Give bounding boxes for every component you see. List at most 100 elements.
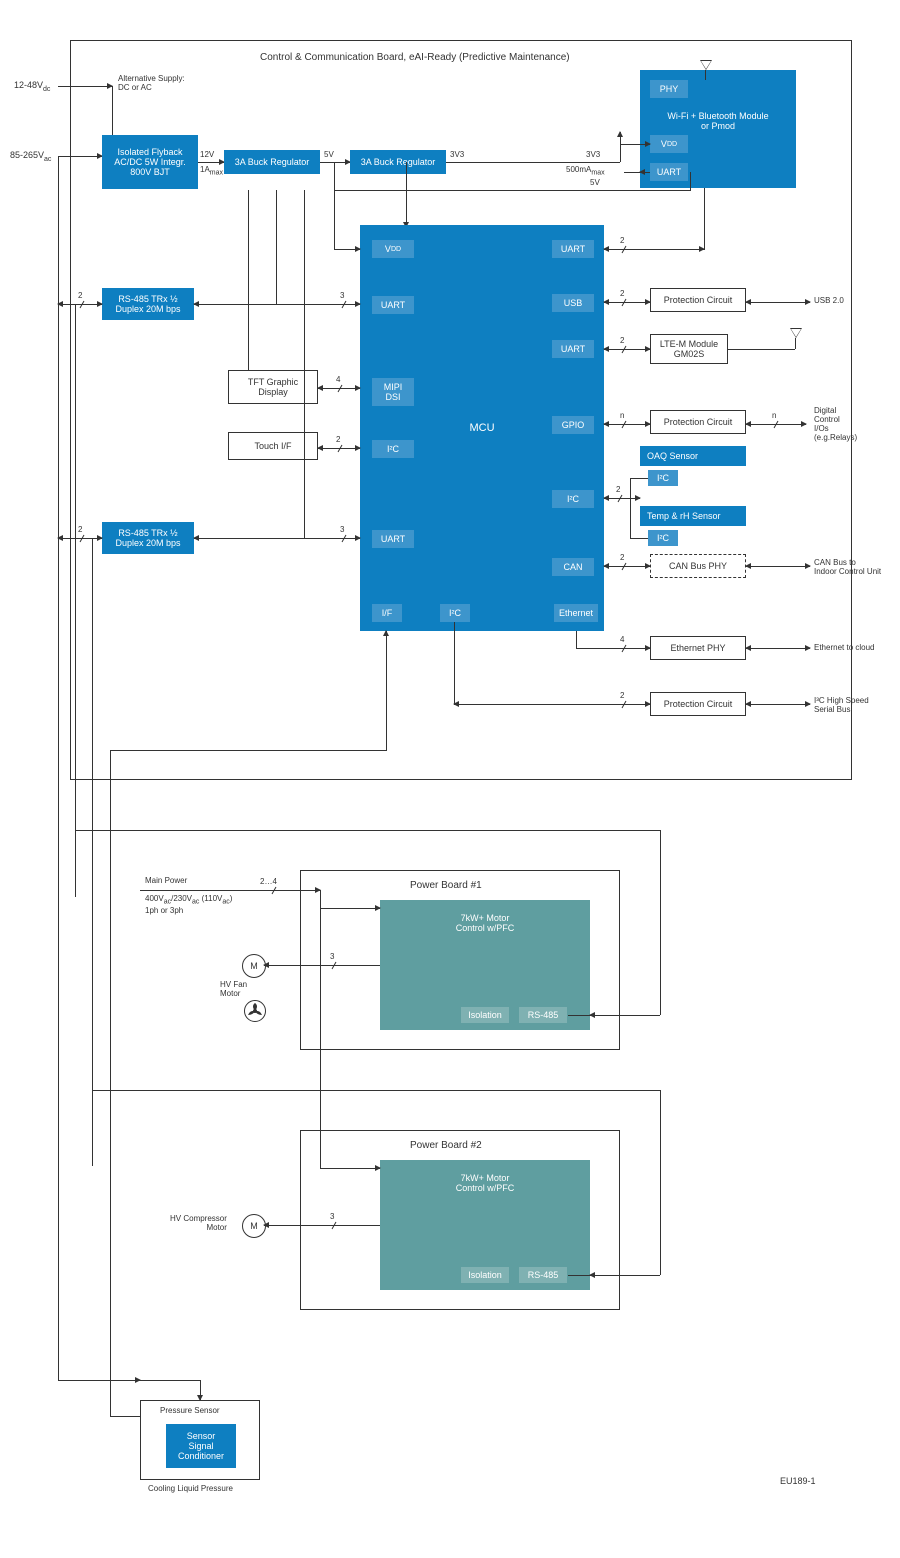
eth-line-a [576, 648, 650, 649]
rs485a-to-mcu [194, 304, 360, 305]
pb2-title: Power Board #2 [410, 1140, 482, 1151]
pb2-iso: Isolation [460, 1266, 510, 1284]
mcu-vdd-drop [334, 190, 335, 250]
pb2-rs-out-h [568, 1275, 660, 1276]
five-down [334, 162, 335, 190]
pb2-power-vert [320, 890, 321, 1168]
ac-input-label: 85-265Vac [10, 150, 51, 163]
prot2: Protection Circuit [650, 410, 746, 434]
wifi-vdd-line [620, 144, 650, 145]
vdd-feed [406, 162, 407, 227]
pb2-rs485: RS-485 [518, 1266, 568, 1284]
three-three-b: 3V3 [586, 150, 600, 159]
i3c-drop [454, 622, 455, 704]
ac-main-vert [58, 156, 59, 1380]
usb-line-b [746, 302, 810, 303]
wifi-uart-drop [690, 172, 691, 191]
usb-ext: USB 2.0 [814, 296, 844, 305]
lte-to-ant [728, 349, 795, 350]
mcu-uart1: UART [372, 296, 414, 314]
tft-5v [248, 190, 249, 370]
mcu-label: MCU [469, 422, 494, 434]
hv-comp-label: HV Compressor Motor [170, 1214, 227, 1232]
gpio-line-a [604, 424, 650, 425]
bus3-b: 3 [340, 525, 344, 534]
bus4-eth: 4 [620, 635, 624, 644]
hv-fan-label: HV Fan Motor [220, 980, 247, 998]
bus2-can: 2 [620, 553, 624, 562]
main-power-line [140, 890, 320, 891]
pressure-title: Pressure Sensor [160, 1406, 220, 1415]
oaq-block: OAQ Sensor [640, 446, 746, 466]
bus2-b1: 2 [78, 525, 82, 534]
mcu-mipi: MIPI DSI [372, 378, 414, 406]
if-horiz [110, 750, 386, 751]
eth-line-b [746, 648, 810, 649]
can-ext: CAN Bus to Indoor Control Unit [814, 558, 881, 576]
five-v-b: 5V [590, 178, 600, 187]
bus2-wifi: 2 [620, 236, 624, 245]
main-power-label: Main Power [145, 876, 187, 885]
buck2-block: 3A Buck Regulator [350, 150, 446, 174]
bus2-lte: 2 [620, 336, 624, 345]
main-power-bus: 2…4 [260, 877, 277, 886]
alt-supply-label: Alternative Supply: DC or AC [118, 74, 185, 92]
mcu-i2c-r: I²C [552, 490, 594, 508]
temp-block: Temp & rH Sensor [640, 506, 746, 526]
pressure-in [200, 1380, 201, 1400]
mcu-if: I/F [372, 604, 402, 622]
lte-line [604, 349, 650, 350]
wifi-antenna-icon [700, 60, 712, 70]
mcu-i2c1: I²C [372, 440, 414, 458]
pb1-power-in [320, 908, 380, 909]
if-vert-long [110, 750, 111, 1416]
can-phy: CAN Bus PHY [650, 554, 746, 578]
bus2-usb: 2 [620, 289, 624, 298]
bus2-i2c: 2 [616, 485, 620, 494]
alt-supply-vert [112, 86, 113, 135]
eth-ext: Ethernet to cloud [814, 643, 874, 652]
mcu-eth: Ethernet [554, 604, 598, 622]
usb-line-a [604, 302, 650, 303]
flyback-to-buck1 [198, 162, 224, 163]
mcu-uart-r1: UART [552, 240, 594, 258]
eth-phy: Ethernet PHY [650, 636, 746, 660]
temp-i2c: I²C [648, 530, 678, 546]
mcu-vdd-line [334, 249, 360, 250]
mcu-vdd: VDD [372, 240, 414, 258]
i3c-line-a [454, 704, 650, 705]
uart-wifi-line [604, 249, 704, 250]
bus2-touch: 2 [336, 435, 340, 444]
pb2-power-in [320, 1168, 380, 1169]
pressure-conditioner: Sensor Signal Conditioner [166, 1424, 236, 1468]
pb2-rs-out-v [660, 1090, 661, 1275]
i2c-oaq-stub [630, 478, 648, 479]
can-line-b [746, 566, 810, 567]
fan-icon [244, 1000, 266, 1022]
wifi-title: Wi-Fi + Bluetooth Module or Pmod [641, 111, 795, 131]
wifi-uart-stub [624, 172, 650, 173]
ac-line [58, 156, 102, 157]
mcu-can: CAN [552, 558, 594, 576]
lte-block: LTE-M Module GM02S [650, 334, 728, 364]
dc-line [58, 86, 112, 87]
wifi-phy: PHY [650, 80, 688, 98]
five-hundred: 500mAmax [566, 165, 605, 177]
if-drop [386, 631, 387, 751]
i3c-ext: I³C High Speed Serial Bus [814, 696, 869, 714]
buck1-block: 3A Buck Regulator [224, 150, 320, 174]
buck1-to-buck2 [320, 162, 350, 163]
pb1-mc-title: 7kW+ Motor Control w/PFC [381, 913, 589, 933]
eth-drop [576, 631, 577, 648]
mcu-i2c-bottom: I²C [440, 604, 470, 622]
wifi-uart: UART [650, 163, 688, 181]
pb2-motor-3: 3 [330, 1212, 334, 1221]
mcu-uart2: UART [372, 530, 414, 548]
pb2-rs-out-top [92, 1090, 660, 1091]
motor-letter-fan: M [250, 961, 258, 971]
pressure-in-h [58, 1380, 200, 1381]
rs485a-ext-vert [75, 304, 76, 896]
five-rail [334, 190, 690, 191]
lte-antenna-stick [795, 338, 796, 349]
i2c-bus-vert [630, 478, 631, 538]
